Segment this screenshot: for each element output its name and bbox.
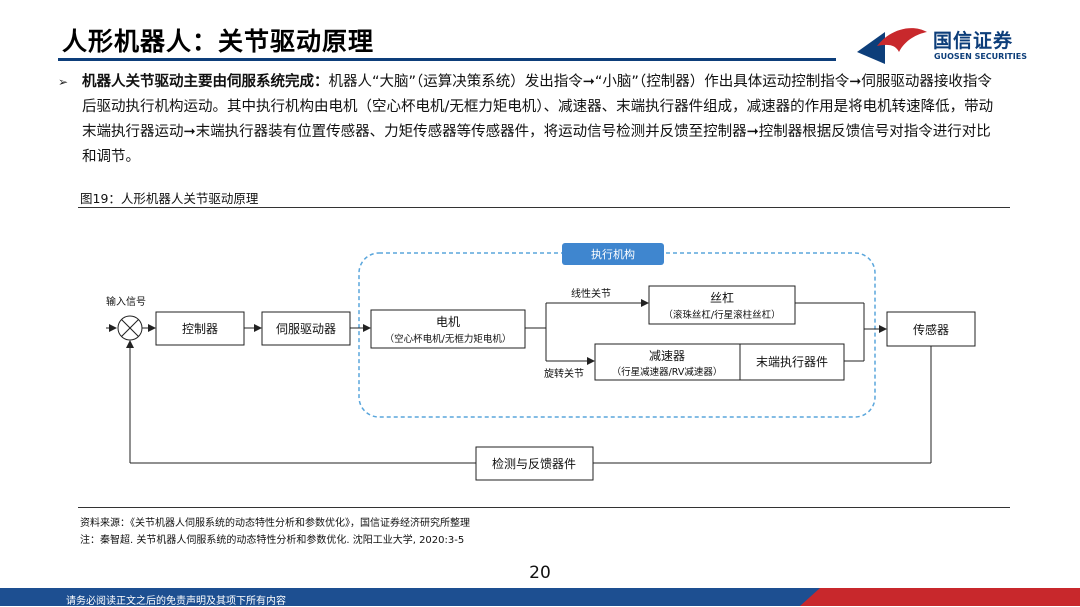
footer-disclaimer: 请务必阅读正文之后的免责声明及其项下所有内容: [66, 596, 286, 607]
motor-sublabel: （空心杯电机/无框力矩电机）: [385, 333, 512, 345]
linear-joint-label: 线性关节: [571, 287, 611, 300]
feedback-label: 检测与反馈器件: [492, 456, 576, 471]
figure-note: 注：秦智超. 关节机器人伺服系统的动态特性分析和参数优化. 沈阳工业大学, 20…: [80, 535, 465, 546]
motor-label: 电机: [436, 315, 460, 329]
reducer-label: 减速器: [649, 349, 685, 363]
lead-screw-label: 丝杠: [710, 290, 734, 305]
figure-bottom-rule: [78, 507, 1010, 508]
actuator-group-label: 执行机构: [591, 247, 635, 261]
rotary-joint-label: 旋转关节: [544, 367, 584, 380]
input-signal-label: 输入信号: [106, 295, 146, 308]
reducer-sublabel: （行星减速器/RV减速器）: [612, 366, 723, 378]
servo-driver-label: 伺服驱动器: [276, 322, 336, 336]
sensor-label: 传感器: [913, 322, 949, 337]
summing-junction-icon: [117, 315, 143, 341]
page-number: 20: [529, 563, 551, 583]
controller-label: 控制器: [182, 322, 218, 336]
end-effector-label: 末端执行器件: [756, 355, 828, 369]
figure-source: 资料来源：《关节机器人伺服系统的动态特性分析和参数优化》，国信证券经济研究所整理: [80, 518, 470, 529]
lead-screw-sublabel: （滚珠丝杠/行星滚柱丝杠）: [663, 309, 780, 321]
